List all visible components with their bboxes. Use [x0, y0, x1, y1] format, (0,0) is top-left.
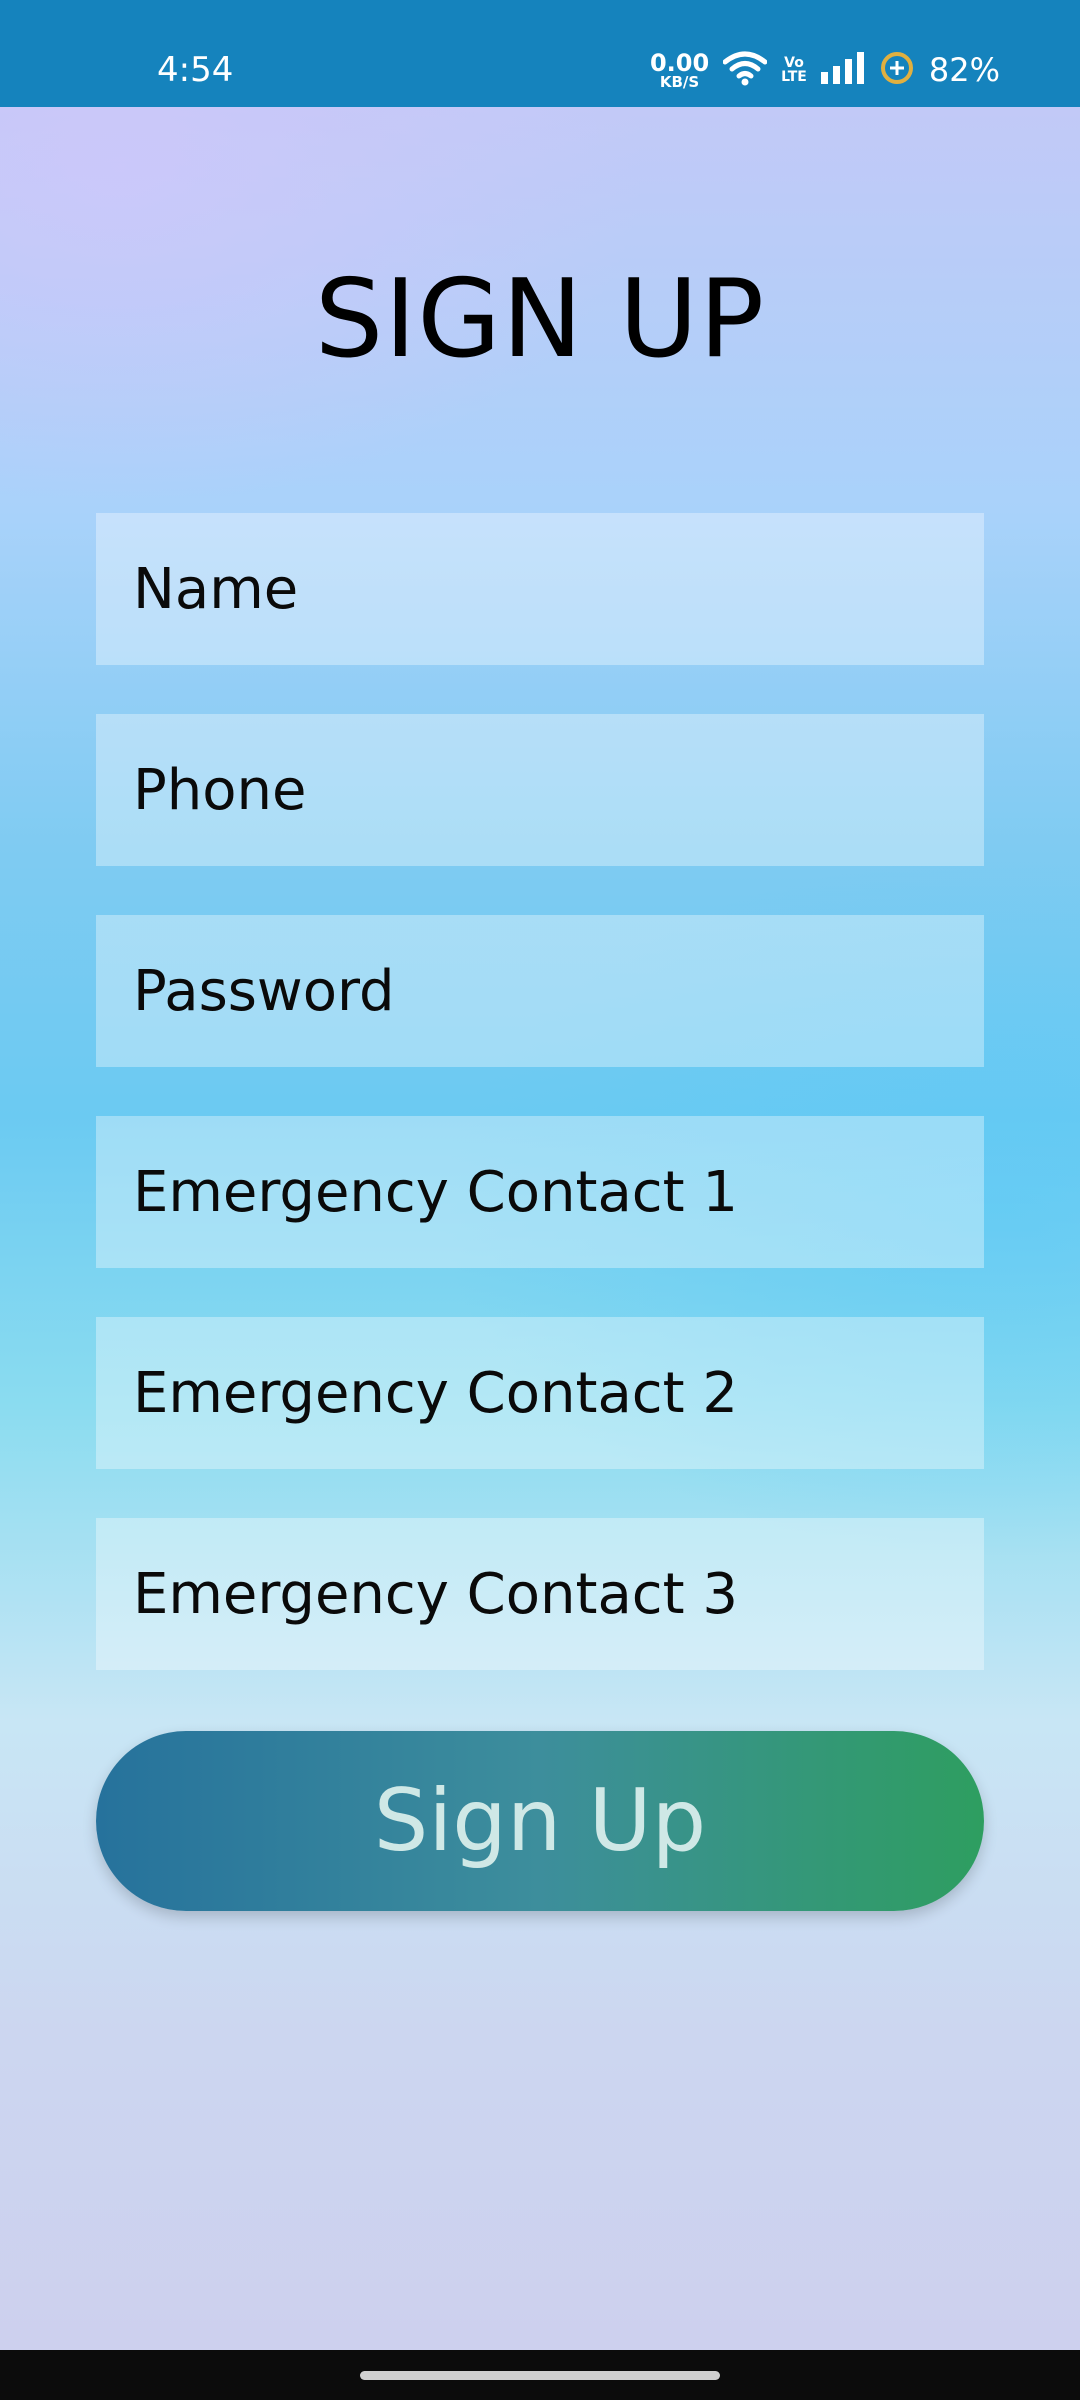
- volte-indicator: Vo LTE: [781, 56, 807, 84]
- name-field[interactable]: Name: [96, 513, 984, 665]
- network-speed-unit: KB/S: [659, 72, 700, 91]
- emergency-contact-2-placeholder: Emergency Contact 2: [133, 1360, 738, 1426]
- password-placeholder: Password: [133, 958, 395, 1024]
- status-icons: 0.00 KB/S Vo LTE 82%: [650, 48, 1000, 92]
- wifi-icon: [722, 50, 768, 90]
- signup-screen: SIGN UP Name Phone Password Emergency Co…: [0, 107, 1080, 2350]
- emergency-contact-2-field[interactable]: Emergency Contact 2: [96, 1317, 984, 1469]
- emergency-contact-3-placeholder: Emergency Contact 3: [133, 1561, 738, 1627]
- volte-top: Vo: [784, 55, 804, 71]
- signup-button[interactable]: Sign Up: [96, 1731, 984, 1911]
- emergency-contact-1-placeholder: Emergency Contact 1: [133, 1159, 738, 1225]
- network-speed: 0.00 KB/S: [650, 51, 709, 90]
- signal-icon: [820, 52, 865, 88]
- volte-bottom: LTE: [781, 69, 807, 85]
- phone-field[interactable]: Phone: [96, 714, 984, 866]
- gesture-handle[interactable]: [360, 2371, 720, 2380]
- phone-placeholder: Phone: [133, 757, 307, 823]
- navigation-bar: [0, 2350, 1080, 2400]
- status-time: 4:54: [157, 50, 234, 90]
- emergency-contact-3-field[interactable]: Emergency Contact 3: [96, 1518, 984, 1670]
- battery-percent: 82%: [928, 51, 1000, 89]
- page-title: SIGN UP: [314, 257, 766, 382]
- password-field[interactable]: Password: [96, 915, 984, 1067]
- battery-saver-icon: [879, 50, 915, 90]
- status-bar: 4:54 0.00 KB/S Vo LTE 82%: [0, 0, 1080, 107]
- emergency-contact-1-field[interactable]: Emergency Contact 1: [96, 1116, 984, 1268]
- network-speed-value: 0.00: [649, 48, 710, 77]
- name-placeholder: Name: [133, 556, 299, 622]
- signup-button-label: Sign Up: [373, 1771, 707, 1871]
